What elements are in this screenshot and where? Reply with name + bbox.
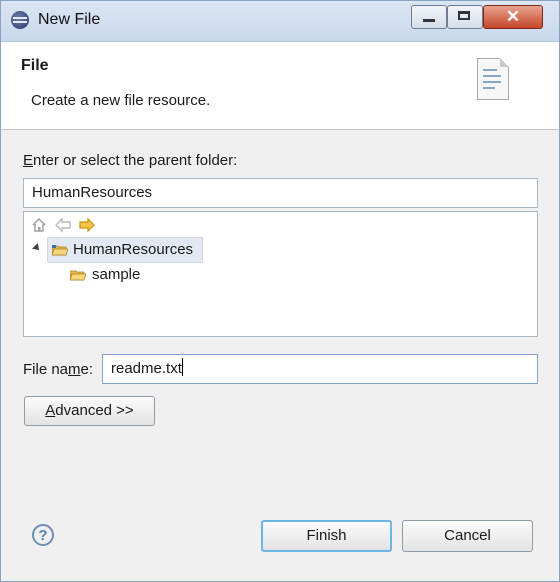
file-name-label: File name: [23, 361, 94, 378]
folder-tree[interactable]: HumanResources sample [23, 211, 538, 337]
close-button[interactable]: ✕ [483, 5, 543, 29]
page-description: Create a new file resource. [31, 92, 211, 109]
title-bar[interactable]: New File ✕ [1, 1, 559, 42]
parent-folder-label: Enter or select the parent folder: [23, 152, 238, 169]
new-file-dialog: New File ✕ File Create a new file resour… [0, 0, 560, 582]
wizard-header: File Create a new file resource. [1, 42, 559, 130]
parent-folder-input[interactable]: HumanResources [23, 178, 538, 208]
maximize-button[interactable] [447, 5, 483, 29]
home-icon[interactable] [30, 216, 48, 234]
forward-arrow-icon[interactable] [78, 216, 96, 234]
expand-arrow-icon[interactable] [32, 243, 42, 253]
back-arrow-icon[interactable] [54, 216, 72, 234]
maximize-icon [458, 11, 470, 20]
minimize-icon [423, 19, 435, 22]
finish-button[interactable]: Finish [261, 520, 392, 552]
eclipse-app-icon [11, 11, 29, 29]
page-title: File [21, 57, 49, 74]
new-file-banner-icon [477, 58, 509, 100]
advanced-button[interactable]: Advanced >> [24, 396, 155, 426]
text-cursor [181, 358, 183, 376]
tree-item-label: HumanResources [73, 241, 194, 258]
minimize-button[interactable] [411, 5, 447, 29]
window-title: New File [38, 11, 101, 28]
open-project-folder-icon [52, 245, 68, 256]
folder-icon [70, 270, 86, 281]
close-icon: ✕ [505, 7, 521, 26]
tree-item-humanresources[interactable]: HumanResources [47, 237, 203, 263]
tree-item-sample[interactable]: sample [70, 263, 190, 287]
file-name-input[interactable]: readme.txt [102, 354, 538, 384]
cancel-button[interactable]: Cancel [402, 520, 533, 552]
wizard-body: Enter or select the parent folder: Human… [1, 130, 559, 581]
tree-item-label: sample [92, 266, 141, 283]
help-icon[interactable]: ? [32, 524, 54, 546]
